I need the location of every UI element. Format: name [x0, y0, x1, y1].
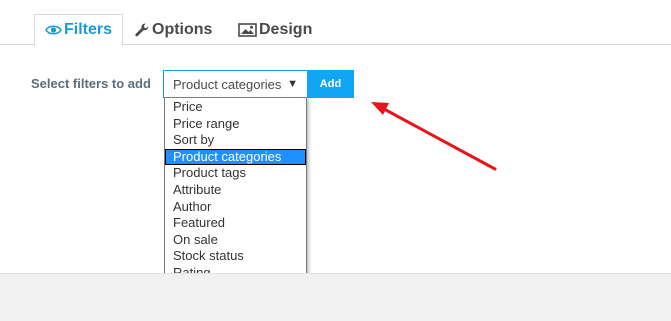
tab-design[interactable]: Design: [238, 14, 312, 46]
filter-add-row: Select filters to add Product categories…: [0, 70, 671, 98]
tab-label: Design: [259, 21, 313, 38]
tab-label: Filters: [63, 21, 112, 38]
image-icon: [238, 23, 257, 37]
dropdown-option[interactable]: Author: [165, 199, 306, 216]
dropdown-option[interactable]: Price: [165, 99, 306, 116]
tab-bar: Filters Options Design: [0, 0, 671, 46]
select-filters-label: Select filters to add: [31, 76, 151, 91]
tab-filters[interactable]: Filters: [34, 14, 123, 46]
eye-icon: [45, 24, 62, 36]
dropdown-option[interactable]: Sort by: [165, 132, 306, 149]
footer-area: [0, 273, 671, 321]
add-filter-button[interactable]: Add: [307, 70, 354, 98]
dropdown-option[interactable]: Attribute: [165, 182, 306, 199]
dropdown-option[interactable]: On sale: [165, 232, 306, 249]
dropdown-option[interactable]: Product tags: [165, 165, 306, 182]
dropdown-option[interactable]: Product categories: [165, 148, 306, 166]
tab-label: Options: [152, 21, 213, 38]
tab-options[interactable]: Options: [134, 14, 212, 46]
filter-dropdown-list: Price Price range Sort by Product categorie…: [164, 97, 307, 299]
dropdown-option[interactable]: Price range: [165, 116, 306, 133]
dropdown-option[interactable]: Stock status: [165, 248, 306, 265]
caret-down-icon: ▼: [287, 78, 298, 90]
filter-select-value: Product categories: [173, 76, 282, 92]
filter-select[interactable]: Product categories ▼: [163, 70, 308, 98]
dropdown-option[interactable]: Featured: [165, 215, 306, 232]
wrench-icon: [134, 22, 150, 38]
